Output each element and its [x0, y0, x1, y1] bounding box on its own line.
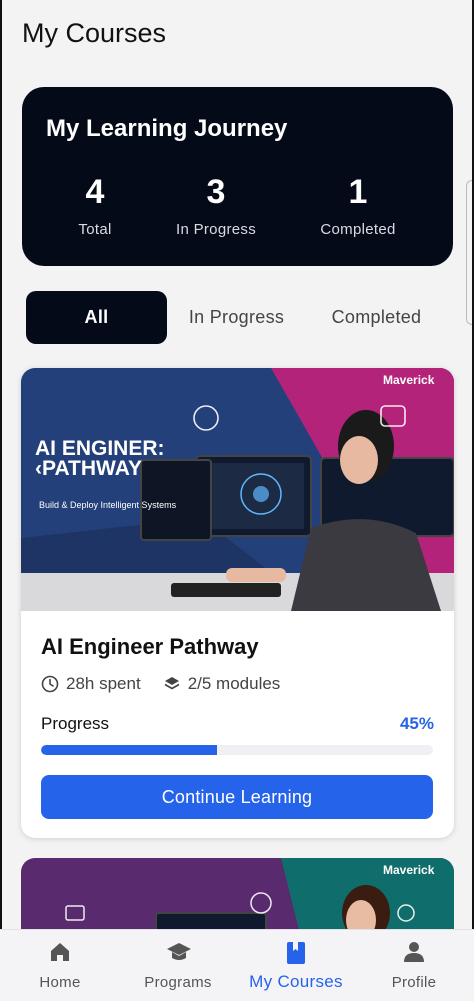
home-icon: [51, 943, 69, 961]
nav-profile[interactable]: Profile: [355, 930, 473, 1001]
nav-my-courses-label: My Courses: [249, 972, 343, 991]
progress-percent: 45%: [399, 714, 434, 733]
progress-label: Progress: [41, 714, 110, 733]
banner-headline-line2: ‹PATHWAY: [35, 457, 142, 480]
page-title: My Courses: [22, 18, 167, 48]
clock-icon: [41, 675, 59, 693]
time-spent: 28h spent: [66, 674, 141, 693]
tab-all[interactable]: All: [26, 291, 167, 344]
stat-completed-label: Completed: [320, 221, 396, 238]
progress-bar-fill: [41, 745, 218, 755]
nav-home[interactable]: Home: [1, 930, 119, 1001]
maverick-logo-text-2: Maverick: [383, 863, 435, 877]
book-icon: [287, 942, 305, 964]
course-meta: 28h spent 2/5 modules: [41, 674, 280, 694]
layers-icon: [164, 677, 180, 690]
nav-programs-label: Programs: [144, 974, 212, 991]
stat-total-label: Total: [78, 221, 112, 238]
modules-count: 2/5 modules: [187, 674, 281, 693]
stat-in-progress-value: 3: [206, 173, 226, 211]
tab-in-progress[interactable]: In Progress: [166, 291, 307, 344]
person-icon: [404, 942, 424, 962]
course-card-2[interactable]: Maverick: [21, 858, 454, 938]
learning-journey-card: My Learning Journey 4 Total 3 In Progres…: [22, 87, 453, 266]
maverick-logo-text: Maverick: [383, 373, 435, 387]
nav-programs[interactable]: Programs: [119, 930, 237, 1001]
learning-journey-heading: My Learning Journey: [46, 115, 288, 142]
stat-in-progress-label: In Progress: [176, 221, 256, 238]
stat-completed-value: 1: [348, 173, 368, 211]
stat-completed: 1 Completed: [298, 173, 418, 238]
scroll-indicator[interactable]: [466, 180, 472, 325]
tab-completed[interactable]: Completed: [306, 291, 447, 344]
course-card[interactable]: Maverick AI ENGINER: ‹PATHWAY Build & De…: [21, 368, 454, 838]
graduation-cap-icon: [167, 943, 191, 960]
screen-edge-left: [0, 0, 2, 1001]
filter-tabs: All In Progress Completed: [26, 291, 446, 344]
stat-in-progress: 3 In Progress: [156, 173, 276, 238]
banner-tagline: Build & Deploy Intelligent Systems: [39, 500, 177, 510]
nav-my-courses[interactable]: My Courses: [237, 930, 355, 1001]
nav-profile-label: Profile: [391, 974, 437, 991]
course-banner-image-2: Maverick: [21, 858, 454, 938]
nav-home-label: Home: [39, 974, 81, 991]
continue-learning-button[interactable]: Continue Learning: [41, 775, 433, 819]
stat-total-value: 4: [85, 173, 105, 211]
course-title: AI Engineer Pathway: [41, 634, 259, 659]
bottom-navigation: Home Programs My Courses Profile: [0, 929, 474, 1001]
progress-bar: [41, 745, 433, 755]
stat-total: 4 Total: [35, 173, 155, 238]
course-banner-image: Maverick AI ENGINER: ‹PATHWAY Build & De…: [21, 368, 454, 611]
